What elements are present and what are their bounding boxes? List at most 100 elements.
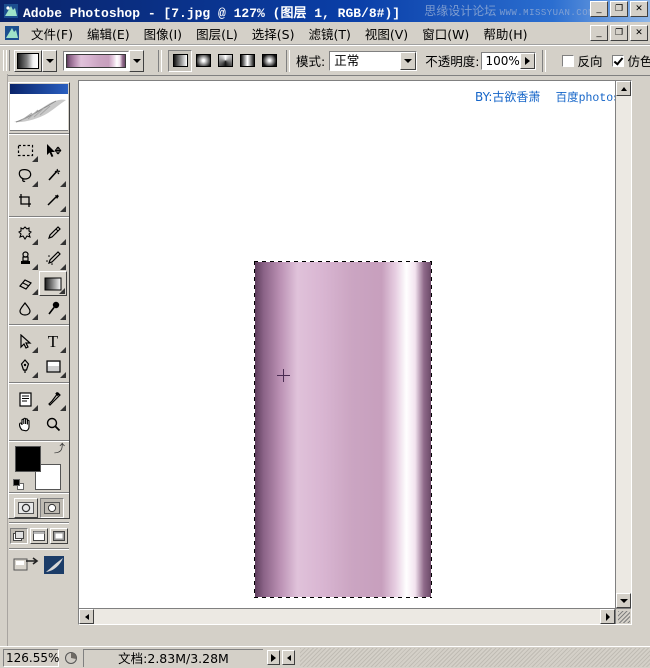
tool-preset-preview[interactable]	[14, 49, 42, 72]
status-menu-button[interactable]	[267, 650, 280, 665]
move-tool[interactable]	[39, 138, 67, 163]
gradient-swatch[interactable]	[63, 50, 129, 71]
reflected-gradient-button[interactable]	[236, 51, 258, 71]
healing-brush-tool[interactable]	[11, 221, 39, 246]
blur-tool[interactable]	[11, 296, 39, 321]
doc-minimize-button[interactable]: _	[590, 25, 608, 41]
lasso-tool[interactable]	[11, 163, 39, 188]
options-separator-1	[158, 49, 162, 72]
zoom-tool[interactable]	[39, 412, 67, 437]
chevron-down-icon	[619, 598, 628, 603]
toolbox-divider	[9, 133, 69, 135]
resize-grip[interactable]	[615, 608, 631, 624]
restore-button[interactable]: ❐	[610, 1, 628, 17]
clone-stamp-tool[interactable]	[11, 246, 39, 271]
vertical-scrollbar[interactable]	[615, 81, 631, 608]
standard-screen-mode-button[interactable]	[10, 528, 28, 544]
blend-mode-select[interactable]: 正常	[329, 50, 418, 71]
tool-preset-picker[interactable]	[14, 49, 57, 72]
flyout-triangle-icon	[32, 405, 38, 411]
document-sizes-icon[interactable]	[62, 649, 80, 667]
diamond-gradient-button[interactable]	[258, 51, 280, 71]
flyout-triangle-icon	[32, 347, 38, 353]
doc-close-button[interactable]: ✕	[630, 25, 648, 41]
reverse-checkbox[interactable]	[562, 54, 575, 67]
blend-mode-dropdown-button[interactable]	[400, 51, 417, 70]
jump-to-imageready-icon[interactable]	[13, 555, 39, 578]
dither-checkbox-row[interactable]: 仿色	[612, 51, 650, 70]
type-tool[interactable]: T	[39, 329, 67, 354]
horizontal-scrollbar[interactable]	[79, 608, 615, 624]
marquee-tool[interactable]	[11, 138, 39, 163]
status-bar-filler	[300, 648, 650, 667]
full-screen-with-menubar-button[interactable]	[30, 528, 48, 544]
foreground-color-swatch[interactable]	[15, 446, 41, 472]
toolbox-divider	[9, 440, 69, 442]
tool-preset-dropdown[interactable]	[42, 49, 57, 72]
gradient-tool[interactable]	[39, 271, 67, 296]
scroll-up-button[interactable]	[616, 81, 631, 96]
toolbox-title-grip[interactable]	[10, 84, 68, 94]
angle-gradient-button[interactable]	[214, 51, 236, 71]
menu-bar: 文件(F) 编辑(E) 图像(I) 图层(L) 选择(S) 滤镜(T) 视图(V…	[0, 22, 650, 45]
dodge-tool[interactable]	[39, 296, 67, 321]
menu-edit[interactable]: 编辑(E)	[80, 22, 137, 45]
hand-tool[interactable]	[11, 412, 39, 437]
status-resize-button[interactable]	[282, 650, 295, 665]
doc-restore-button[interactable]: ❐	[610, 25, 628, 41]
menu-view[interactable]: 视图(V)	[358, 22, 415, 45]
linear-gradient-button[interactable]	[168, 49, 192, 72]
gradient-picker[interactable]	[63, 49, 144, 72]
gradient-artwork-selection[interactable]	[254, 261, 432, 598]
menu-image[interactable]: 图像(I)	[137, 22, 189, 45]
close-button[interactable]: ✕	[630, 1, 648, 17]
notes-tool[interactable]	[11, 387, 39, 412]
menu-window[interactable]: 窗口(W)	[415, 22, 476, 45]
zoom-level-field[interactable]: 126.55%	[3, 648, 59, 667]
options-bar-grip[interactable]	[2, 48, 10, 73]
path-selection-tool[interactable]	[11, 329, 39, 354]
reverse-checkbox-row[interactable]: 反向	[562, 51, 602, 70]
flyout-triangle-icon	[60, 347, 66, 353]
photoshop-window: Adobe Photoshop - [7.jpg @ 127% (图层 1, R…	[0, 0, 650, 668]
rectangle-shape-tool[interactable]	[39, 354, 67, 379]
crop-tool[interactable]	[11, 188, 39, 213]
slice-tool[interactable]	[39, 188, 67, 213]
opacity-input[interactable]: 100%	[481, 51, 537, 70]
flyout-triangle-icon	[59, 288, 65, 294]
full-screen-mode-button[interactable]	[50, 528, 68, 544]
minimize-button[interactable]: _	[590, 1, 608, 17]
menu-filter[interactable]: 滤镜(T)	[301, 22, 357, 45]
scroll-down-button[interactable]	[616, 593, 631, 608]
blend-mode-value: 正常	[334, 52, 360, 68]
radial-gradient-button[interactable]	[192, 51, 214, 71]
menu-help[interactable]: 帮助(H)	[476, 22, 534, 45]
status-bar-buttons	[267, 650, 295, 665]
blend-mode-label: 模式:	[296, 54, 326, 69]
menu-layer[interactable]: 图层(L)	[189, 22, 245, 45]
dither-checkbox[interactable]	[612, 54, 625, 67]
standard-mask-mode-button[interactable]	[14, 498, 38, 518]
flyout-triangle-icon	[32, 264, 38, 270]
document-icon[interactable]	[4, 25, 20, 41]
brush-tool[interactable]	[39, 221, 67, 246]
menu-select[interactable]: 选择(S)	[245, 22, 302, 45]
eraser-tool[interactable]	[11, 271, 39, 296]
quick-mask-mode-button[interactable]	[40, 498, 64, 518]
menu-file[interactable]: 文件(F)	[24, 22, 80, 45]
default-colors-icon[interactable]	[13, 479, 24, 490]
document-canvas-area[interactable]: BY:古欲香萧 百度photoshop吧	[78, 80, 632, 625]
magic-wand-tool[interactable]	[39, 163, 67, 188]
angle-gradient-icon	[217, 54, 233, 67]
swap-colors-icon[interactable]: ⤴	[54, 444, 65, 455]
scroll-left-button[interactable]	[79, 609, 94, 624]
gradient-picker-dropdown[interactable]	[129, 49, 144, 72]
imageready-feather-icon[interactable]	[43, 555, 65, 578]
scroll-right-button[interactable]	[600, 609, 615, 624]
pen-tool[interactable]	[11, 354, 39, 379]
opacity-slider-button[interactable]	[520, 52, 536, 69]
screen-mode-group	[9, 526, 69, 546]
history-brush-tool[interactable]	[39, 246, 67, 271]
eyedropper-tool[interactable]	[39, 387, 67, 412]
credit-author: BY:古欲香萧	[475, 90, 541, 104]
